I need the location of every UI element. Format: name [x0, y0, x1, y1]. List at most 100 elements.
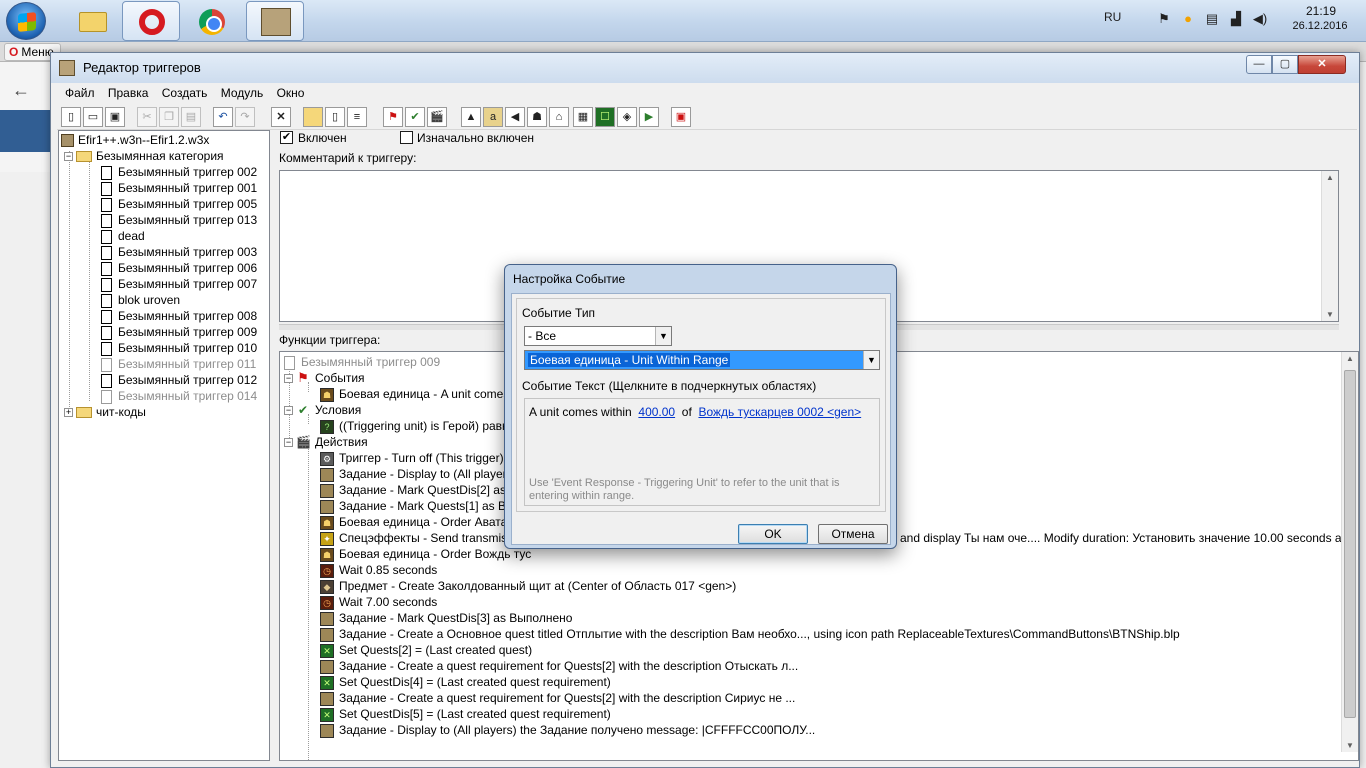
new-icon[interactable]: ▯ — [61, 107, 81, 127]
ok-button[interactable]: OK — [738, 524, 808, 544]
conditions-node[interactable]: − ✔ Условия — [284, 402, 361, 418]
enabled-checkbox[interactable]: ✔ — [280, 131, 293, 144]
initially-on-checkbox[interactable] — [400, 131, 413, 144]
action-row[interactable]: ✕ Set QuestDis[5] = (Last created quest r… — [320, 706, 611, 722]
tree-trigger-item[interactable]: Безымянный триггер 011 — [101, 356, 256, 372]
tree-trigger-item[interactable]: Безымянный триггер 005 — [101, 196, 257, 212]
tree-trigger-item[interactable]: Безымянный триггер 014 — [101, 388, 257, 404]
action-row[interactable]: Задание - Display to (All players) the З… — [320, 722, 815, 738]
network-icon[interactable]: ▟ — [1228, 11, 1244, 27]
action-row[interactable]: ⚙ Триггер - Turn off (This trigger) — [320, 450, 504, 466]
function-trigger-root[interactable]: Безымянный триггер 009 — [284, 354, 440, 370]
event-row[interactable]: ☗ Боевая единица - A unit comes wit — [320, 386, 527, 402]
action-row[interactable]: ✦ Спецэффекты - Send transmission — [320, 530, 529, 546]
open-icon[interactable]: ▭ — [83, 107, 103, 127]
language-indicator[interactable]: RU — [1104, 10, 1121, 24]
action-row[interactable]: Задание - Mark QuestDis[2] as Вып — [320, 482, 532, 498]
events-node[interactable]: − ⚑ События — [284, 370, 365, 386]
object-icon[interactable]: ☗ — [527, 107, 547, 127]
back-arrow-icon[interactable]: ← — [12, 80, 30, 101]
tree-trigger-item[interactable]: Безымянный триггер 008 — [101, 308, 257, 324]
event-type-dropdown[interactable]: Боевая единица - Unit Within Range ▼ — [524, 350, 880, 370]
terrain-icon[interactable]: ▲ — [461, 107, 481, 127]
action-row[interactable]: Задание - Display to (All players) th — [320, 466, 530, 482]
menu-file[interactable]: Файл — [60, 84, 100, 102]
device-icon[interactable]: ▤ — [1204, 11, 1220, 27]
taskbar-chrome-button[interactable] — [182, 1, 240, 41]
tree-trigger-item[interactable]: Безымянный триггер 012 — [101, 372, 257, 388]
menu-edit[interactable]: Правка — [103, 84, 154, 102]
event-category-dropdown[interactable]: - Все ▼ — [524, 326, 672, 346]
copy-icon[interactable]: ❐ — [159, 107, 179, 127]
new-category-icon[interactable] — [303, 107, 323, 127]
tree-trigger-item[interactable]: Безымянный триггер 001 — [101, 180, 257, 196]
tree-category-node[interactable]: + чит-коды — [64, 404, 146, 420]
tree-trigger-item[interactable]: dead — [101, 228, 145, 244]
range-value-link[interactable]: 400.00 — [638, 405, 675, 419]
actions-node[interactable]: − 🎬 Действия — [284, 434, 368, 450]
region-icon[interactable]: ▦ — [573, 107, 593, 127]
delete-icon[interactable]: ✕ — [271, 107, 291, 127]
window-titlebar[interactable]: Редактор триггеров — ▢ ✕ — [51, 53, 1359, 83]
cancel-button[interactable]: Отмена — [818, 524, 888, 544]
scrollbar-thumb[interactable] — [1344, 370, 1356, 718]
collapse-icon[interactable]: − — [64, 152, 73, 162]
chevron-down-icon[interactable]: ▼ — [655, 327, 671, 345]
tree-trigger-item[interactable]: Безымянный триггер 009 — [101, 324, 257, 340]
maximize-button[interactable]: ▢ — [1272, 55, 1298, 74]
sound-icon[interactable]: ◀ — [505, 107, 525, 127]
taskbar-explorer-button[interactable] — [62, 1, 120, 41]
export-icon[interactable]: ▣ — [671, 107, 691, 127]
action-row[interactable]: Задание - Mark QuestDis[3] as Выполнено — [320, 610, 572, 626]
action-row[interactable]: Задание - Mark Quests[1] as Выпо — [320, 498, 528, 514]
tree-trigger-item[interactable]: Безымянный триггер 006 — [101, 260, 257, 276]
camera-icon[interactable]: ⌂ — [549, 107, 569, 127]
flag-icon[interactable]: ⚑ — [1156, 11, 1172, 27]
scroll-down-icon[interactable]: ▼ — [1342, 741, 1358, 750]
menu-module[interactable]: Модуль — [216, 84, 269, 102]
import-icon[interactable]: ◈ — [617, 107, 637, 127]
trigger-tree[interactable]: Efir1++.w3n--Efir1.2.w3x − Безымянная кат… — [58, 130, 270, 761]
menu-window[interactable]: Окно — [272, 84, 310, 102]
test-map-icon[interactable]: ▶ — [639, 107, 659, 127]
undo-icon[interactable]: ↶ — [213, 107, 233, 127]
tree-trigger-item[interactable]: Безымянный триггер 002 — [101, 164, 257, 180]
avast-icon[interactable]: ● — [1180, 11, 1196, 27]
menu-create[interactable]: Создать — [157, 84, 213, 102]
clock-date[interactable]: 26.12.2016 — [1280, 20, 1360, 32]
new-trigger-icon[interactable]: ▯ — [325, 107, 345, 127]
action-row[interactable]: Задание - Create a quest requirement for… — [320, 690, 795, 706]
save-icon[interactable]: ▣ — [105, 107, 125, 127]
paste-icon[interactable]: ▤ — [181, 107, 201, 127]
tree-trigger-item[interactable]: Безымянный триггер 007 — [101, 276, 257, 292]
clock-time[interactable]: 21:19 — [1288, 4, 1354, 18]
action-row[interactable]: ◆ Предмет - Create Заколдованный щит at (… — [320, 578, 736, 594]
unit-value-link[interactable]: Вождь тускарцев 0002 <gen> — [698, 405, 861, 419]
action-row[interactable]: Задание - Create a Основное quest titled… — [320, 626, 1180, 642]
new-action-icon[interactable]: 🎬 — [427, 107, 447, 127]
close-button[interactable]: ✕ — [1298, 55, 1346, 74]
scroll-up-icon[interactable]: ▲ — [1322, 173, 1338, 182]
cut-icon[interactable]: ✂ — [137, 107, 157, 127]
ai-icon[interactable]: ☐ — [595, 107, 615, 127]
condition-row[interactable]: ? ((Triggering unit) is Герой) равно Д — [320, 418, 527, 434]
chevron-down-icon[interactable]: ▼ — [863, 351, 879, 369]
new-comment-icon[interactable]: ≡ — [347, 107, 367, 127]
taskbar-world-editor-button[interactable] — [246, 1, 304, 41]
action-row[interactable]: ✕ Set QuestDis[4] = (Last created quest r… — [320, 674, 611, 690]
volume-icon[interactable]: ◀) — [1252, 11, 1268, 27]
action-row[interactable]: Задание - Create a quest requirement for… — [320, 658, 798, 674]
tree-map-node[interactable]: Efir1++.w3n--Efir1.2.w3x — [61, 132, 209, 148]
collapse-icon[interactable]: − — [284, 438, 293, 448]
minimize-button[interactable]: — — [1246, 55, 1272, 74]
tree-trigger-item[interactable]: blok uroven — [101, 292, 180, 308]
comment-scrollbar[interactable]: ▲ ▼ — [1321, 171, 1338, 321]
action-row[interactable]: ✕ Set Quests[2] = (Last created quest) — [320, 642, 532, 658]
action-row[interactable]: ☗ Боевая единица - Order Аватар (6 — [320, 514, 528, 530]
start-button[interactable] — [6, 2, 46, 40]
action-row[interactable]: ◷ Wait 7.00 seconds — [320, 594, 437, 610]
new-condition-icon[interactable]: ✔ — [405, 107, 425, 127]
functions-scrollbar[interactable]: ▲ ▼ — [1341, 352, 1358, 752]
tree-trigger-item[interactable]: Безымянный триггер 003 — [101, 244, 257, 260]
tree-trigger-item[interactable]: Безымянный триггер 013 — [101, 212, 257, 228]
